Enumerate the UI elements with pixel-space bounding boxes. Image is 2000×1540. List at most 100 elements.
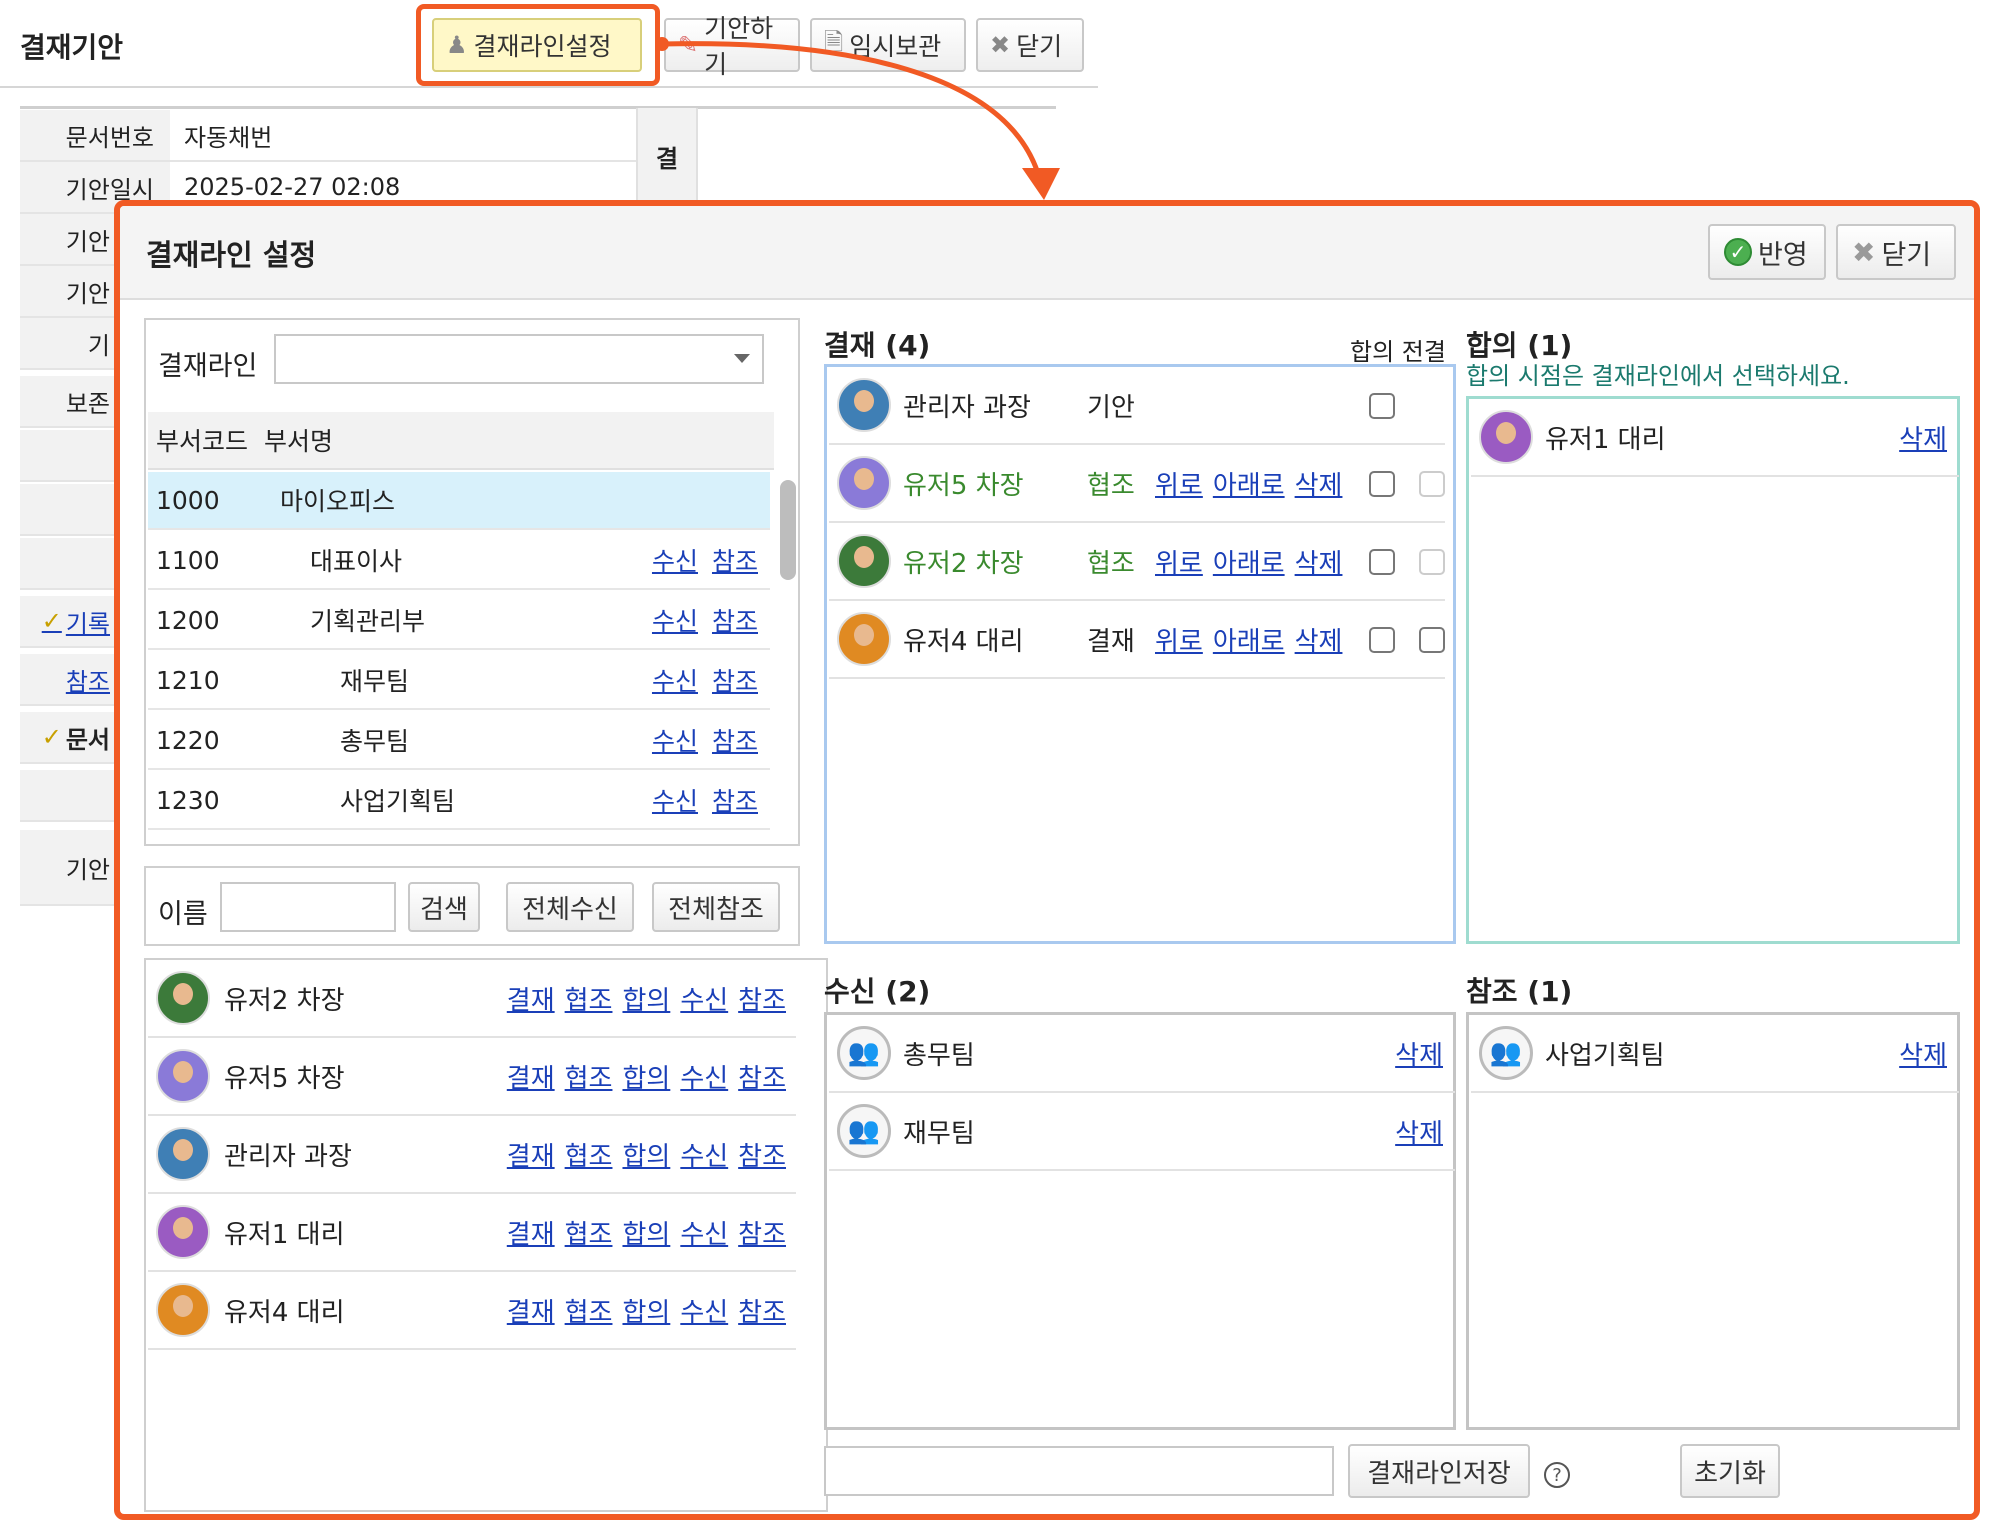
dept-receive-link[interactable]: 수신 [652, 602, 698, 638]
final-approval-checkbox[interactable] [1419, 471, 1445, 497]
add-ref-link[interactable]: 참조 [738, 1058, 786, 1095]
all-receive-button[interactable]: 전체수신 [506, 882, 634, 932]
dept-scrollbar[interactable] [780, 480, 796, 580]
delete-link[interactable]: 삭제 [1899, 419, 1947, 456]
add-agree-link[interactable]: 합의 [622, 1136, 670, 1173]
add-ref-link[interactable]: 참조 [738, 980, 786, 1017]
add-receive-link[interactable]: 수신 [680, 1292, 728, 1329]
temp-save-button[interactable]: 🗎 임시보관 [810, 18, 966, 72]
user-row[interactable]: 유저4 대리 결재 협조 합의 수신 참조 [148, 1272, 796, 1350]
user-row[interactable]: 유저5 차장 결재 협조 합의 수신 참조 [148, 1038, 796, 1116]
help-icon[interactable]: ? [1544, 1462, 1570, 1488]
avatar [837, 612, 891, 666]
add-ref-link[interactable]: 참조 [738, 1136, 786, 1173]
reset-button[interactable]: 초기화 [1680, 1444, 1780, 1498]
reference-name: 사업기획팀 [1545, 1040, 1665, 1071]
add-agree-link[interactable]: 합의 [622, 980, 670, 1017]
add-approve-link[interactable]: 결재 [507, 1136, 555, 1173]
dept-ref-link[interactable]: 참조 [712, 782, 758, 818]
group-icon: 👥 [837, 1104, 891, 1158]
dept-table-header: 부서코드 부서명 [148, 412, 774, 470]
final-approval-checkbox[interactable] [1419, 549, 1445, 575]
prior-agree-checkbox[interactable] [1369, 627, 1395, 653]
move-up-link[interactable]: 위로 [1155, 465, 1203, 502]
side-link-record[interactable]: ✓ 기록 [20, 596, 116, 648]
dept-ref-link[interactable]: 참조 [712, 662, 758, 698]
dept-row[interactable]: 1210 재무팀 수신 참조 [148, 652, 770, 710]
add-agree-link[interactable]: 합의 [622, 1214, 670, 1251]
temp-save-label: 임시보관 [849, 32, 942, 61]
prior-agree-checkbox[interactable] [1369, 393, 1395, 419]
all-ref-button[interactable]: 전체참조 [652, 882, 780, 932]
add-agree-link[interactable]: 합의 [622, 1058, 670, 1095]
add-receive-link[interactable]: 수신 [680, 1214, 728, 1251]
add-receive-link[interactable]: 수신 [680, 980, 728, 1017]
draft-button[interactable]: ✎ 기안하기 [664, 14, 800, 79]
dept-ref-link[interactable]: 참조 [712, 602, 758, 638]
dept-receive-link[interactable]: 수신 [652, 662, 698, 698]
dept-ref-link[interactable]: 참조 [712, 542, 758, 578]
delete-link[interactable]: 삭제 [1295, 621, 1343, 658]
search-button[interactable]: 검색 [408, 882, 480, 932]
add-receive-link[interactable]: 수신 [680, 1058, 728, 1095]
dept-ref-link[interactable]: 참조 [712, 722, 758, 758]
modal-close-label: 닫기 [1881, 239, 1932, 271]
add-ref-link[interactable]: 참조 [738, 1214, 786, 1251]
final-approval-checkbox[interactable] [1419, 627, 1445, 653]
side-label [20, 430, 116, 482]
dept-row[interactable]: 1000 마이오피스 [148, 472, 770, 530]
save-line-button[interactable]: 결재라인저장 [1348, 1444, 1530, 1498]
close-icon: ✖ [990, 31, 1011, 59]
approval-line-select[interactable] [274, 334, 764, 384]
delete-link[interactable]: 삭제 [1899, 1035, 1947, 1072]
dept-code: 1200 [156, 605, 220, 635]
dept-code: 1230 [156, 785, 220, 815]
user-row[interactable]: 유저1 대리 결재 협조 합의 수신 참조 [148, 1194, 796, 1272]
add-agree-link[interactable]: 합의 [622, 1292, 670, 1329]
add-approve-link[interactable]: 결재 [507, 1292, 555, 1329]
add-approve-link[interactable]: 결재 [507, 980, 555, 1017]
add-cooperate-link[interactable]: 협조 [565, 1214, 613, 1251]
add-receive-link[interactable]: 수신 [680, 1136, 728, 1173]
approval-panel: 관리자 과장 기안 유저5 차장 협조 위로 아래로 삭제 유저2 차장 협조 위로… [824, 364, 1456, 944]
move-down-link[interactable]: 아래로 [1213, 621, 1285, 658]
dept-row[interactable]: 1200 기획관리부 수신 참조 [148, 592, 770, 650]
check-icon: ✓ [1724, 238, 1752, 266]
delete-link[interactable]: 삭제 [1295, 543, 1343, 580]
add-approve-link[interactable]: 결재 [507, 1214, 555, 1251]
line-select-label: 결재라인 [158, 351, 258, 382]
add-cooperate-link[interactable]: 협조 [565, 1058, 613, 1095]
line-name-input[interactable] [824, 1446, 1334, 1496]
move-up-link[interactable]: 위로 [1155, 543, 1203, 580]
add-approve-link[interactable]: 결재 [507, 1058, 555, 1095]
add-cooperate-link[interactable]: 협조 [565, 1136, 613, 1173]
user-name: 관리자 과장 [224, 1141, 352, 1172]
move-down-link[interactable]: 아래로 [1213, 543, 1285, 580]
user-row[interactable]: 관리자 과장 결재 협조 합의 수신 참조 [148, 1116, 796, 1194]
page-close-button[interactable]: ✖ 닫기 [976, 18, 1084, 72]
dept-receive-link[interactable]: 수신 [652, 722, 698, 758]
move-up-link[interactable]: 위로 [1155, 621, 1203, 658]
name-search-input[interactable] [220, 882, 396, 932]
delete-link[interactable]: 삭제 [1395, 1113, 1443, 1150]
apply-button[interactable]: ✓ 반영 [1708, 224, 1826, 280]
side-label [20, 538, 116, 590]
prior-agree-checkbox[interactable] [1369, 471, 1395, 497]
add-ref-link[interactable]: 참조 [738, 1292, 786, 1329]
prior-agree-checkbox[interactable] [1369, 549, 1395, 575]
dept-row[interactable]: 1220 총무팀 수신 참조 [148, 712, 770, 770]
user-row[interactable]: 유저2 차장 결재 협조 합의 수신 참조 [148, 960, 796, 1038]
dept-receive-link[interactable]: 수신 [652, 782, 698, 818]
dept-row[interactable]: 1100 대표이사 수신 참조 [148, 532, 770, 590]
move-down-link[interactable]: 아래로 [1213, 465, 1285, 502]
dept-receive-link[interactable]: 수신 [652, 542, 698, 578]
receive-row: 👥 재무팀 삭제 [829, 1093, 1455, 1171]
delete-link[interactable]: 삭제 [1395, 1035, 1443, 1072]
add-cooperate-link[interactable]: 협조 [565, 1292, 613, 1329]
side-label-document: ✓ 문서 [20, 712, 116, 764]
delete-link[interactable]: 삭제 [1295, 465, 1343, 502]
dept-row[interactable]: 1230 사업기획팀 수신 참조 [148, 772, 770, 830]
side-link-reference[interactable]: 참조 [20, 654, 116, 706]
add-cooperate-link[interactable]: 협조 [565, 980, 613, 1017]
modal-close-button[interactable]: ✖ 닫기 [1836, 224, 1956, 280]
